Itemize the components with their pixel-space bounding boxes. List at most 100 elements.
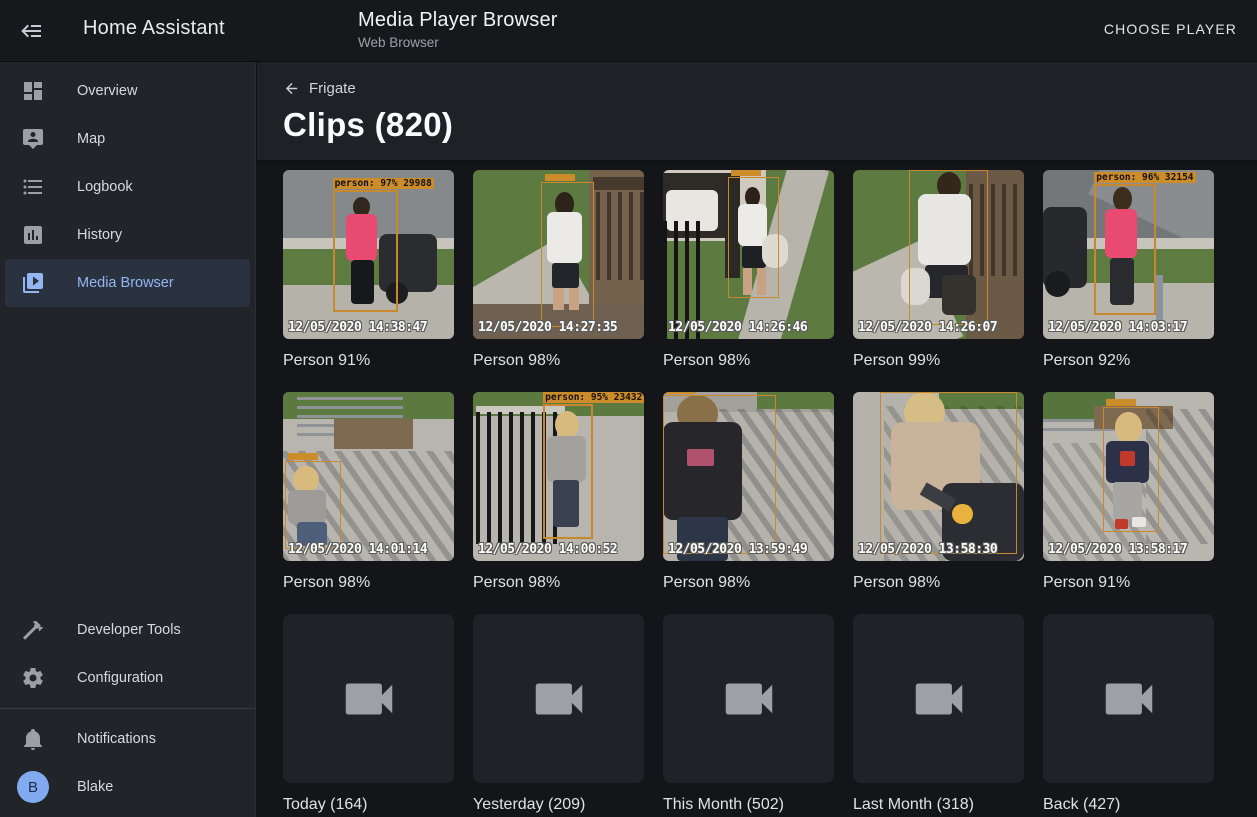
clip-item[interactable]: 12/05/2020 13:58:17 Person 91% [1043, 392, 1214, 592]
folder-tile[interactable] [663, 614, 834, 783]
clip-item[interactable]: person: 96% 32154 12/05/2020 14:03:17 Pe… [1043, 170, 1214, 370]
clip-caption: Person 99% [853, 352, 1024, 370]
folder-item[interactable]: Back (427) [1043, 614, 1214, 814]
user-name-label: Blake [77, 779, 113, 795]
sidebar-item-developer-tools[interactable]: Developer Tools [5, 606, 250, 654]
clip-timestamp: 12/05/2020 14:26:46 [668, 320, 807, 335]
sidebar-item-label: Overview [77, 83, 137, 99]
clip-thumbnail[interactable]: 12/05/2020 14:01:14 [283, 392, 454, 561]
clip-caption: Person 98% [283, 574, 454, 592]
sidebar-item-label: Notifications [77, 731, 156, 747]
sidebar-item-label: Map [77, 131, 105, 147]
sidebar-divider [0, 708, 255, 709]
clip-item[interactable]: 12/05/2020 13:59:49 Person 98% [663, 392, 834, 592]
scene-layer [1045, 271, 1071, 296]
sidebar-item-label: Configuration [77, 670, 163, 686]
folder-tile[interactable] [1043, 614, 1214, 783]
clip-thumbnail[interactable]: 12/05/2020 14:27:35 [473, 170, 644, 339]
folder-item[interactable]: Today (164) [283, 614, 454, 814]
clip-timestamp: 12/05/2020 14:03:17 [1048, 320, 1187, 335]
clip-item[interactable]: 12/05/2020 14:26:46 Person 98% [663, 170, 834, 370]
sidebar-spacer [0, 307, 255, 606]
clip-item[interactable]: person: 97% 29988 12/05/2020 14:38:47 Pe… [283, 170, 454, 370]
folder-tile[interactable] [283, 614, 454, 783]
clip-caption: Person 91% [1043, 574, 1214, 592]
folder-caption: Back (427) [1043, 796, 1214, 814]
clip-timestamp: 12/05/2020 13:58:30 [858, 542, 997, 557]
clip-timestamp: 12/05/2020 14:38:47 [288, 320, 427, 335]
sidebar-item-label: Media Browser [77, 275, 174, 291]
sidebar-item-map[interactable]: Map [5, 115, 250, 163]
user-avatar: B [17, 771, 49, 803]
clip-item[interactable]: 12/05/2020 14:27:35 Person 98% [473, 170, 644, 370]
clip-thumbnail[interactable]: 12/05/2020 13:58:17 [1043, 392, 1214, 561]
menu-toggle-icon[interactable] [20, 19, 44, 43]
top-app-bar: Home Assistant Media Player Browser Web … [0, 0, 1257, 62]
bell-icon [21, 727, 45, 751]
sidebar-item-configuration[interactable]: Configuration [5, 654, 250, 702]
sidebar: Overview Map Logbook History Media Brows… [0, 62, 256, 817]
detection-label-chip: person: 97% 29988 [333, 178, 434, 189]
detection-bbox [728, 177, 779, 299]
clip-thumbnail[interactable]: 12/05/2020 13:58:30 [853, 392, 1024, 561]
video-camera-icon [908, 668, 970, 730]
clip-thumbnail[interactable]: 12/05/2020 14:26:46 [663, 170, 834, 339]
folder-caption: Yesterday (209) [473, 796, 644, 814]
clip-caption: Person 98% [663, 574, 834, 592]
arrow-left-icon [283, 80, 300, 97]
clip-item[interactable]: 12/05/2020 13:58:30 Person 98% [853, 392, 1024, 592]
folder-caption: This Month (502) [663, 796, 834, 814]
sidebar-item-media-browser[interactable]: Media Browser [5, 259, 250, 307]
detection-bbox [285, 461, 341, 549]
clip-caption: Person 98% [663, 352, 834, 370]
clip-thumbnail[interactable]: 12/05/2020 14:26:07 [853, 170, 1024, 339]
main-content: Frigate Clips (820) person: 97% 29988 12… [257, 62, 1257, 817]
folder-item[interactable]: Last Month (318) [853, 614, 1024, 814]
history-icon [21, 223, 45, 247]
clip-thumbnail[interactable]: person: 96% 32154 12/05/2020 14:03:17 [1043, 170, 1214, 339]
scene-layer [593, 177, 644, 191]
scene-layer [596, 192, 644, 280]
sidebar-item-label: History [77, 227, 122, 243]
clip-thumbnail[interactable]: person: 97% 29988 12/05/2020 14:38:47 [283, 170, 454, 339]
clip-thumbnail[interactable]: person: 95% 23432 12/05/2020 14:00:52 [473, 392, 644, 561]
map-icon [21, 127, 45, 151]
sidebar-item-logbook[interactable]: Logbook [5, 163, 250, 211]
folder-item[interactable]: Yesterday (209) [473, 614, 644, 814]
hammer-icon [21, 618, 45, 642]
breadcrumb-back[interactable]: Frigate [283, 80, 1257, 97]
clip-item[interactable]: 12/05/2020 14:26:07 Person 99% [853, 170, 1024, 370]
clip-item[interactable]: 12/05/2020 14:01:14 Person 98% [283, 392, 454, 592]
detection-label-chip [666, 392, 696, 394]
detection-bbox [663, 395, 776, 554]
detection-bbox [541, 182, 594, 327]
media-browser-icon [21, 271, 45, 295]
sidebar-item-history[interactable]: History [5, 211, 250, 259]
sidebar-item-label: Logbook [77, 179, 133, 195]
dashboard-icon [21, 79, 45, 103]
video-camera-icon [718, 668, 780, 730]
video-camera-icon [528, 668, 590, 730]
clip-caption: Person 98% [473, 352, 644, 370]
detection-label-chip [731, 170, 761, 176]
folder-item[interactable]: This Month (502) [663, 614, 834, 814]
page-title: Clips (820) [283, 106, 1257, 144]
folder-tile[interactable] [473, 614, 644, 783]
clip-thumbnail[interactable]: 12/05/2020 13:59:49 [663, 392, 834, 561]
folder-caption: Last Month (318) [853, 796, 1024, 814]
choose-player-button[interactable]: CHOOSE PLAYER [1104, 21, 1237, 37]
clip-item[interactable]: person: 95% 23432 12/05/2020 14:00:52 Pe… [473, 392, 644, 592]
clip-timestamp: 12/05/2020 14:27:35 [478, 320, 617, 335]
sidebar-item-user[interactable]: B Blake [5, 763, 250, 811]
breadcrumb-label: Frigate [309, 80, 356, 97]
clip-caption: Person 98% [853, 574, 1024, 592]
sidebar-item-notifications[interactable]: Notifications [5, 715, 250, 763]
folder-tile[interactable] [853, 614, 1024, 783]
clips-grid: person: 97% 29988 12/05/2020 14:38:47 Pe… [283, 170, 1257, 814]
clip-caption: Person 92% [1043, 352, 1214, 370]
detection-bbox [333, 190, 398, 312]
clips-scroll-area[interactable]: person: 97% 29988 12/05/2020 14:38:47 Pe… [257, 160, 1257, 817]
detection-bbox [1094, 184, 1156, 316]
sidebar-item-overview[interactable]: Overview [5, 67, 250, 115]
clip-timestamp: 12/05/2020 14:26:07 [858, 320, 997, 335]
